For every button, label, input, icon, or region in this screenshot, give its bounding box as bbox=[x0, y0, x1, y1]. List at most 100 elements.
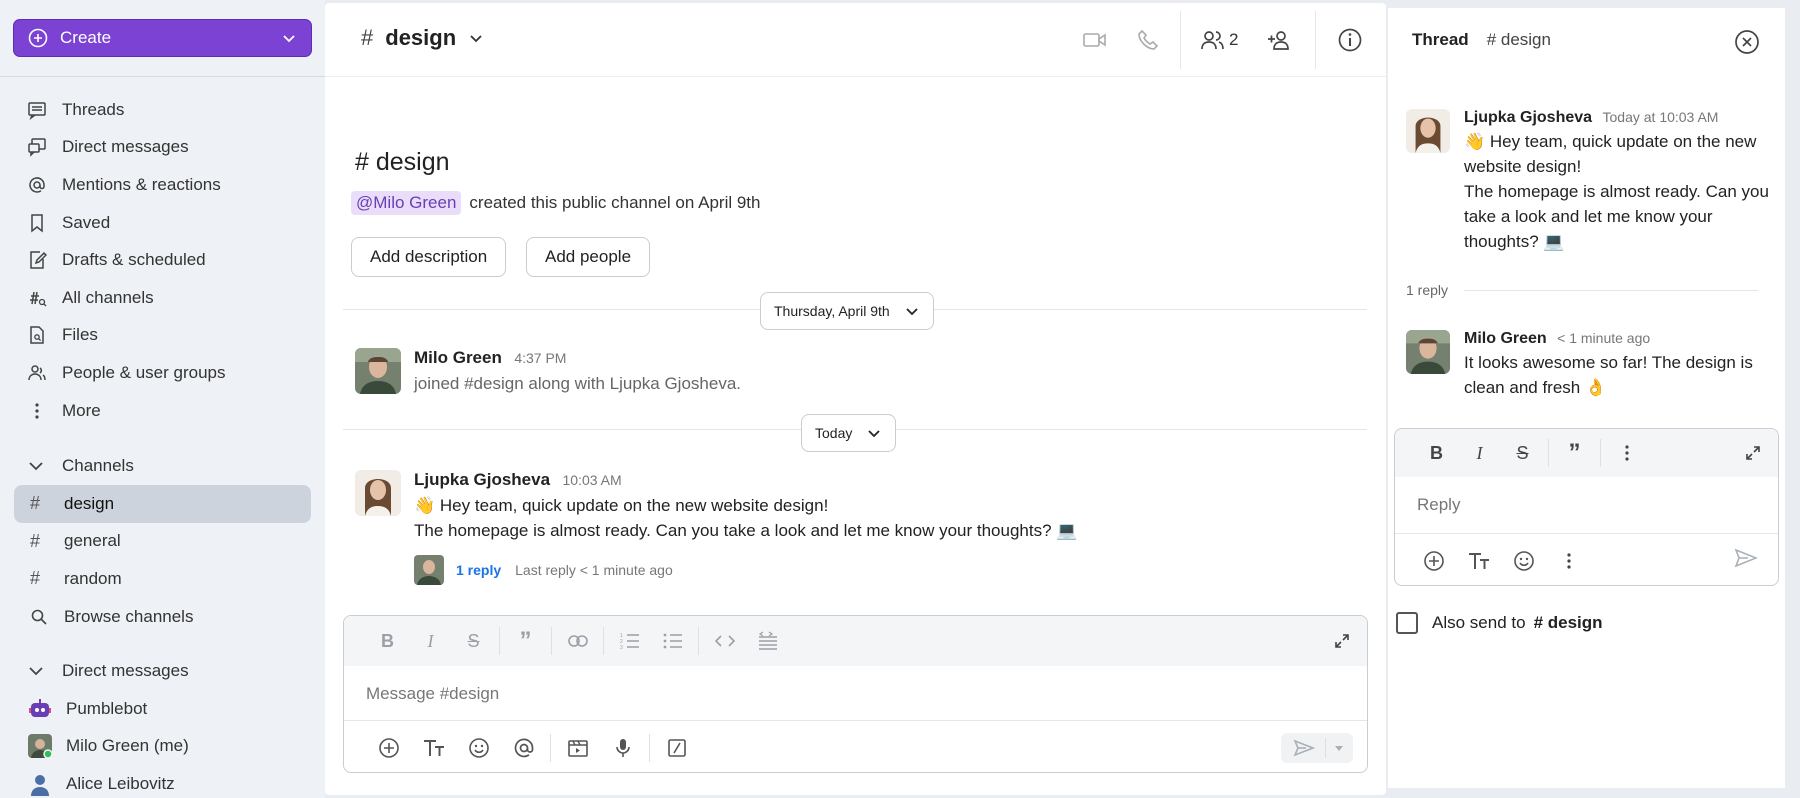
channel-title[interactable]: # design bbox=[361, 25, 484, 51]
file-icon bbox=[26, 324, 48, 346]
mention-icon[interactable] bbox=[501, 733, 546, 763]
code-block-icon[interactable] bbox=[746, 626, 789, 656]
more-vertical-icon[interactable] bbox=[1605, 438, 1648, 468]
message-text: joined #design along with Ljupka Gjoshev… bbox=[414, 374, 742, 393]
date-jump-pill[interactable]: Thursday, April 9th bbox=[760, 292, 934, 330]
slash-command-icon[interactable] bbox=[654, 733, 699, 763]
user-icon bbox=[28, 772, 52, 796]
caret-down-icon[interactable] bbox=[1334, 744, 1344, 752]
sidebar-item-label: Threads bbox=[62, 99, 125, 119]
sidebar-item-more[interactable]: More bbox=[14, 392, 311, 430]
also-send-channel: # design bbox=[1533, 613, 1603, 632]
avatar[interactable] bbox=[355, 348, 401, 394]
chevron-down-icon bbox=[26, 456, 48, 476]
user-mention[interactable]: @Milo Green bbox=[351, 191, 462, 215]
dm-section-header[interactable]: Direct messages bbox=[26, 661, 189, 681]
dm-item-alice[interactable]: Alice Leibovitz bbox=[14, 765, 311, 798]
also-send-checkbox[interactable] bbox=[1396, 612, 1418, 634]
chevron-down-icon[interactable] bbox=[281, 30, 297, 46]
sidebar-item-mentions[interactable]: Mentions & reactions bbox=[14, 166, 311, 204]
message-author[interactable]: Ljupka Gjosheva bbox=[1464, 109, 1592, 126]
close-icon[interactable] bbox=[1733, 28, 1761, 56]
sidebar-item-saved[interactable]: Saved bbox=[14, 204, 311, 242]
microphone-icon[interactable] bbox=[600, 733, 645, 763]
avatar[interactable] bbox=[1406, 109, 1450, 153]
sidebar-item-threads[interactable]: Threads bbox=[14, 91, 311, 129]
message-author[interactable]: Milo Green bbox=[1464, 330, 1547, 347]
strikethrough-icon[interactable]: S bbox=[1501, 438, 1544, 468]
browse-channels-label: Browse channels bbox=[64, 606, 194, 626]
strikethrough-icon[interactable]: S bbox=[452, 626, 495, 656]
message-body: Milo Green 4:37 PM joined #design along … bbox=[414, 348, 741, 394]
emoji-icon[interactable] bbox=[1501, 546, 1546, 576]
add-person-icon[interactable] bbox=[1265, 25, 1295, 55]
italic-icon[interactable]: I bbox=[409, 626, 452, 656]
sidebar-item-people[interactable]: People & user groups bbox=[14, 354, 311, 392]
expand-icon[interactable] bbox=[1320, 626, 1363, 656]
add-attachment-icon[interactable] bbox=[1411, 546, 1456, 576]
thread-summary[interactable]: 1 reply Last reply < 1 minute ago bbox=[414, 555, 673, 585]
message-text: 👋 Hey team, quick update on the new webs… bbox=[414, 496, 829, 515]
toolbar-divider bbox=[698, 627, 699, 655]
message-author[interactable]: Milo Green bbox=[414, 348, 502, 367]
add-people-button[interactable]: Add people bbox=[526, 237, 651, 277]
create-button[interactable]: Create bbox=[13, 19, 312, 57]
phone-call-icon[interactable] bbox=[1133, 25, 1163, 55]
bold-icon[interactable]: B bbox=[1415, 438, 1458, 468]
text-format-icon[interactable] bbox=[1456, 546, 1501, 576]
text-format-icon[interactable] bbox=[411, 733, 456, 763]
composer-actions bbox=[344, 720, 1367, 772]
threads-icon bbox=[26, 99, 48, 121]
italic-icon[interactable]: I bbox=[1458, 438, 1501, 468]
channel-header: # design 2 bbox=[325, 3, 1386, 77]
dm-item-pumblebot[interactable]: Pumblebot bbox=[14, 690, 311, 728]
sidebar-item-files[interactable]: Files bbox=[14, 317, 311, 355]
add-attachment-icon[interactable] bbox=[366, 733, 411, 763]
more-vertical-icon[interactable] bbox=[1546, 546, 1591, 576]
message-text: It looks awesome so far! The design is c… bbox=[1464, 353, 1753, 397]
sidebar-item-drafts[interactable]: Drafts & scheduled bbox=[14, 241, 311, 279]
date-jump-pill[interactable]: Today bbox=[801, 414, 897, 452]
send-icon bbox=[1293, 739, 1315, 757]
search-icon bbox=[30, 608, 47, 626]
dm-label: Pumblebot bbox=[66, 698, 148, 718]
quote-icon[interactable]: ” bbox=[504, 626, 547, 656]
expand-icon[interactable] bbox=[1731, 438, 1774, 468]
emoji-icon[interactable] bbox=[456, 733, 501, 763]
info-icon[interactable] bbox=[1335, 25, 1365, 55]
link-icon[interactable] bbox=[556, 626, 599, 656]
avatar[interactable] bbox=[1406, 330, 1450, 374]
sidebar-item-direct-messages[interactable]: Direct messages bbox=[14, 129, 311, 167]
sidebar-channel-design[interactable]: # design bbox=[14, 485, 311, 523]
chevron-down-icon bbox=[852, 425, 882, 441]
channels-section-header[interactable]: Channels bbox=[26, 456, 134, 476]
reply-count-link[interactable]: 1 reply bbox=[456, 562, 501, 578]
sidebar-item-label: Files bbox=[62, 325, 98, 345]
numbered-list-icon[interactable]: 123 bbox=[608, 626, 651, 656]
send-icon[interactable] bbox=[1734, 548, 1758, 568]
sidebar-item-all-channels[interactable]: All channels bbox=[14, 279, 311, 317]
intro-title: # design bbox=[355, 148, 450, 176]
message-input[interactable] bbox=[366, 676, 1326, 712]
thread-channel[interactable]: # design bbox=[1487, 30, 1551, 50]
divider-line bbox=[1464, 289, 1758, 291]
code-icon[interactable] bbox=[703, 626, 746, 656]
dm-item-milo[interactable]: Milo Green (me) bbox=[14, 728, 311, 766]
quote-icon[interactable]: ” bbox=[1553, 438, 1596, 468]
members-button[interactable]: 2 bbox=[1200, 25, 1260, 55]
message-author[interactable]: Ljupka Gjosheva bbox=[414, 470, 550, 489]
sidebar-channel-random[interactable]: # random bbox=[14, 560, 311, 598]
add-description-button[interactable]: Add description bbox=[351, 237, 507, 277]
avatar[interactable] bbox=[355, 470, 401, 516]
send-button[interactable] bbox=[1281, 733, 1353, 763]
sidebar-channel-general[interactable]: # general bbox=[14, 523, 311, 561]
toolbar-divider bbox=[551, 627, 552, 655]
sidebar-item-label: People & user groups bbox=[62, 362, 226, 382]
bold-icon[interactable]: B bbox=[366, 626, 409, 656]
reply-input[interactable] bbox=[1417, 487, 1757, 523]
video-call-icon[interactable] bbox=[1080, 25, 1110, 55]
at-icon bbox=[26, 174, 48, 196]
bullet-list-icon[interactable] bbox=[651, 626, 694, 656]
video-clip-icon[interactable] bbox=[555, 733, 600, 763]
browse-channels[interactable]: Browse channels bbox=[14, 598, 311, 636]
